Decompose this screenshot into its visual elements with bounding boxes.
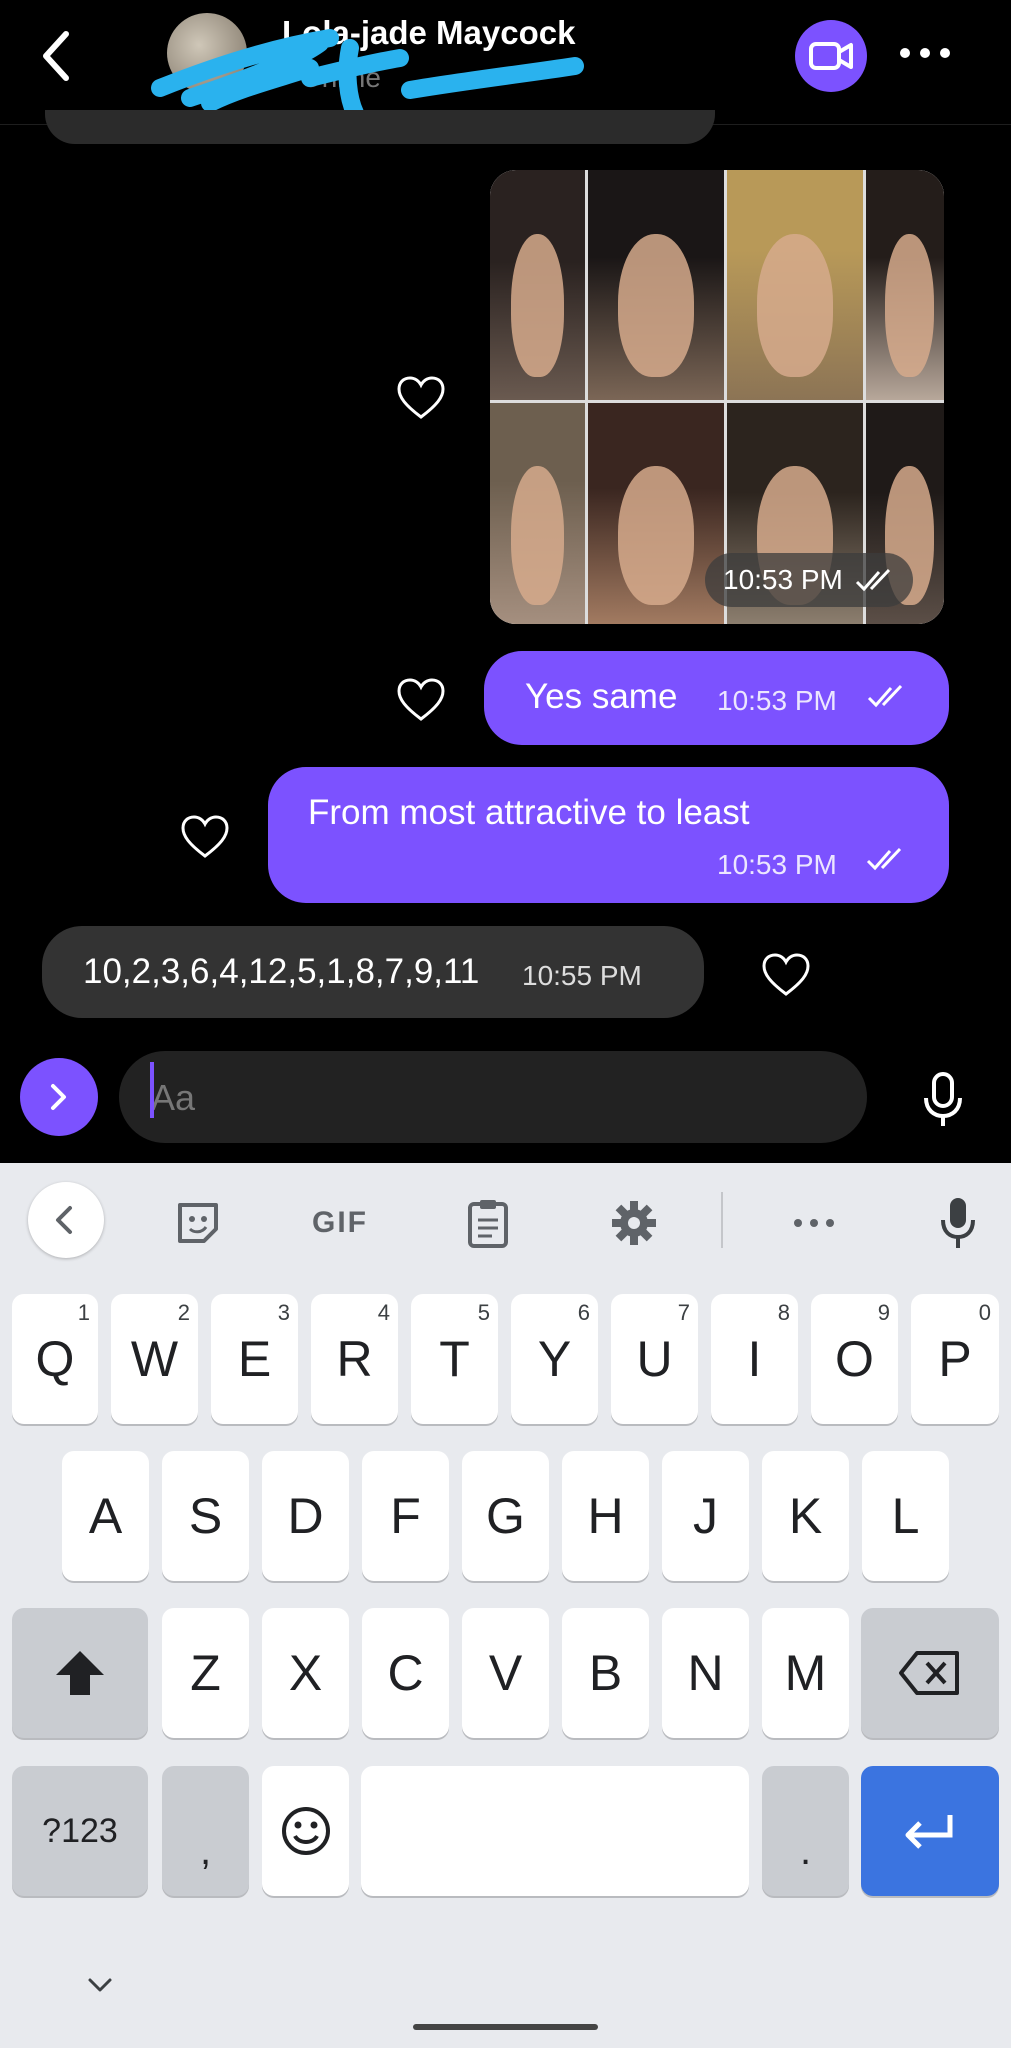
read-checkmarks-icon	[866, 847, 902, 871]
gif-button[interactable]: GIF	[300, 1188, 380, 1258]
chevron-left-icon	[43, 31, 69, 81]
key-l[interactable]: L	[862, 1451, 949, 1581]
text-cursor	[150, 1062, 154, 1118]
sticker-button[interactable]	[166, 1188, 230, 1258]
symbols-key[interactable]: ?123	[12, 1766, 148, 1896]
key-d[interactable]: D	[262, 1451, 349, 1581]
message-text: Yes same	[525, 677, 678, 716]
key-x[interactable]: X	[262, 1608, 349, 1738]
outgoing-message[interactable]: Yes same 10:53 PM	[484, 651, 949, 745]
gesture-nav-bar[interactable]	[413, 2024, 598, 2030]
video-icon	[809, 42, 853, 70]
message-input[interactable]	[149, 1069, 833, 1127]
backspace-icon	[899, 1651, 959, 1695]
message-input-box[interactable]	[119, 1051, 867, 1143]
back-button[interactable]	[34, 26, 82, 86]
heart-icon[interactable]	[395, 677, 447, 723]
enter-arrow-icon	[905, 1815, 953, 1849]
space-key[interactable]	[361, 1766, 749, 1896]
message-text: From most attractive to least	[308, 793, 750, 832]
gif-label: GIF	[312, 1206, 368, 1239]
period-key[interactable]: .	[762, 1766, 849, 1896]
key-r[interactable]: R4	[311, 1294, 398, 1424]
video-call-button[interactable]	[795, 20, 867, 92]
heart-icon[interactable]	[395, 375, 447, 421]
message-text: 10,2,3,6,4,12,5,1,8,7,9,11	[83, 952, 480, 991]
key-n[interactable]: N	[662, 1608, 749, 1738]
key-i[interactable]: I8	[711, 1294, 798, 1424]
photo-tile	[727, 170, 863, 400]
read-checkmarks-icon	[867, 684, 903, 708]
key-p[interactable]: P0	[911, 1294, 999, 1424]
previous-message-bubble[interactable]	[45, 110, 715, 144]
shift-key[interactable]	[12, 1608, 148, 1738]
key-q[interactable]: Q1	[12, 1294, 98, 1424]
key-g[interactable]: G	[462, 1451, 549, 1581]
voice-message-button[interactable]	[918, 1070, 968, 1130]
expand-actions-button[interactable]	[20, 1058, 98, 1136]
read-checkmarks-icon	[855, 568, 890, 592]
incoming-message[interactable]: 10,2,3,6,4,12,5,1,8,7,9,11 10:55 PM	[42, 926, 704, 1018]
clipboard-button[interactable]	[456, 1188, 520, 1258]
key-m[interactable]: M	[762, 1608, 849, 1738]
message-time: 10:53 PM	[723, 564, 843, 595]
key-o[interactable]: O9	[811, 1294, 898, 1424]
photo-tile	[490, 403, 585, 624]
enter-key[interactable]	[861, 1766, 999, 1896]
key-v[interactable]: V	[462, 1608, 549, 1738]
backspace-key[interactable]	[861, 1608, 999, 1738]
heart-icon[interactable]	[760, 952, 812, 998]
voice-typing-button[interactable]	[930, 1188, 986, 1258]
key-e[interactable]: E3	[211, 1294, 298, 1424]
outgoing-message[interactable]: From most attractive to least 10:53 PM	[268, 767, 949, 903]
key-f[interactable]: F	[362, 1451, 449, 1581]
keyboard-more-button[interactable]	[782, 1188, 846, 1258]
message-time: 10:53 PM	[717, 685, 837, 716]
photo-tile	[490, 170, 585, 400]
hide-keyboard-button[interactable]	[80, 1968, 120, 2002]
mic-icon	[941, 1198, 975, 1248]
more-horizontal-icon	[900, 48, 950, 58]
key-a[interactable]: A	[62, 1451, 149, 1581]
key-u[interactable]: U7	[611, 1294, 698, 1424]
emoji-key[interactable]	[262, 1766, 349, 1896]
toolbar-divider	[721, 1192, 723, 1248]
chevron-down-icon	[88, 1978, 112, 1992]
key-t[interactable]: T5	[411, 1294, 498, 1424]
settings-button[interactable]	[602, 1188, 666, 1258]
keyboard-collapse-toolbar-button[interactable]	[28, 1182, 104, 1258]
message-time: 10:53 PM	[717, 849, 837, 880]
key-w[interactable]: W2	[111, 1294, 198, 1424]
key-c[interactable]: C	[362, 1608, 449, 1738]
key-s[interactable]: S	[162, 1451, 249, 1581]
chevron-right-icon	[51, 1084, 66, 1110]
key-b[interactable]: B	[562, 1608, 649, 1738]
more-options-button[interactable]	[895, 35, 955, 75]
comma-key[interactable]: ,	[162, 1766, 249, 1896]
photo-tile	[588, 170, 724, 400]
message-time: 10:55 PM	[522, 960, 642, 991]
emoji-icon	[281, 1807, 330, 1855]
heart-icon[interactable]	[179, 814, 231, 860]
key-z[interactable]: Z	[162, 1608, 249, 1738]
clipboard-icon	[468, 1200, 508, 1248]
photo-tile	[866, 170, 944, 400]
chevron-left-icon	[56, 1206, 72, 1234]
key-j[interactable]: J	[662, 1451, 749, 1581]
mic-icon	[924, 1072, 962, 1126]
shift-arrow-icon	[56, 1651, 104, 1695]
key-k[interactable]: K	[762, 1451, 849, 1581]
key-h[interactable]: H	[562, 1451, 649, 1581]
image-timestamp: 10:53 PM	[705, 553, 913, 607]
photo-tile	[588, 403, 724, 624]
gear-icon	[612, 1201, 656, 1245]
key-y[interactable]: Y6	[511, 1294, 598, 1424]
sticker-icon	[178, 1203, 218, 1243]
more-horizontal-icon	[794, 1219, 834, 1227]
